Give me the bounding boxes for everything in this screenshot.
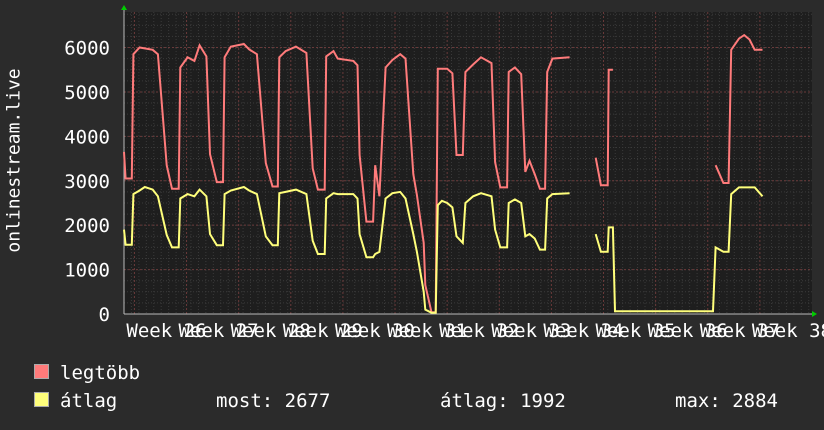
legend-max-swatch [34,364,49,379]
x-axis-arrow [812,311,817,317]
stat-avg-label: átlag: [440,390,509,412]
x-tick-label: Week 38 [752,320,824,342]
legend-avg: átlag [34,390,117,412]
legend-max-label: legtöbb [60,362,141,384]
y-axis-arrow [121,5,127,10]
y-tick-label: 3000 [64,171,110,193]
stat-now: most: 2677 [216,390,330,412]
y-tick-label: 4000 [64,126,110,148]
stat-now-label: most: [216,390,274,412]
stat-max: max: 2884 [675,390,778,412]
stat-avg-value: 1992 [520,390,566,412]
legend-avg-label: átlag [60,390,118,412]
y-tick-label: 2000 [64,215,110,237]
y-tick-label: 6000 [64,38,110,60]
y-axis-label: onlinestream.live [3,68,25,253]
y-tick-label: 0 [99,304,110,326]
legend-max: legtöbb [34,362,140,384]
y-tick-label: 1000 [64,260,110,282]
y-tick-label: 5000 [64,82,110,104]
stat-max-value: 2884 [732,390,778,412]
legend-avg-swatch [34,392,49,407]
plot-area [124,12,812,314]
stat-now-value: 2677 [284,390,331,412]
stat-max-label: max: [675,390,721,412]
stat-avg: átlag: 1992 [440,390,566,412]
